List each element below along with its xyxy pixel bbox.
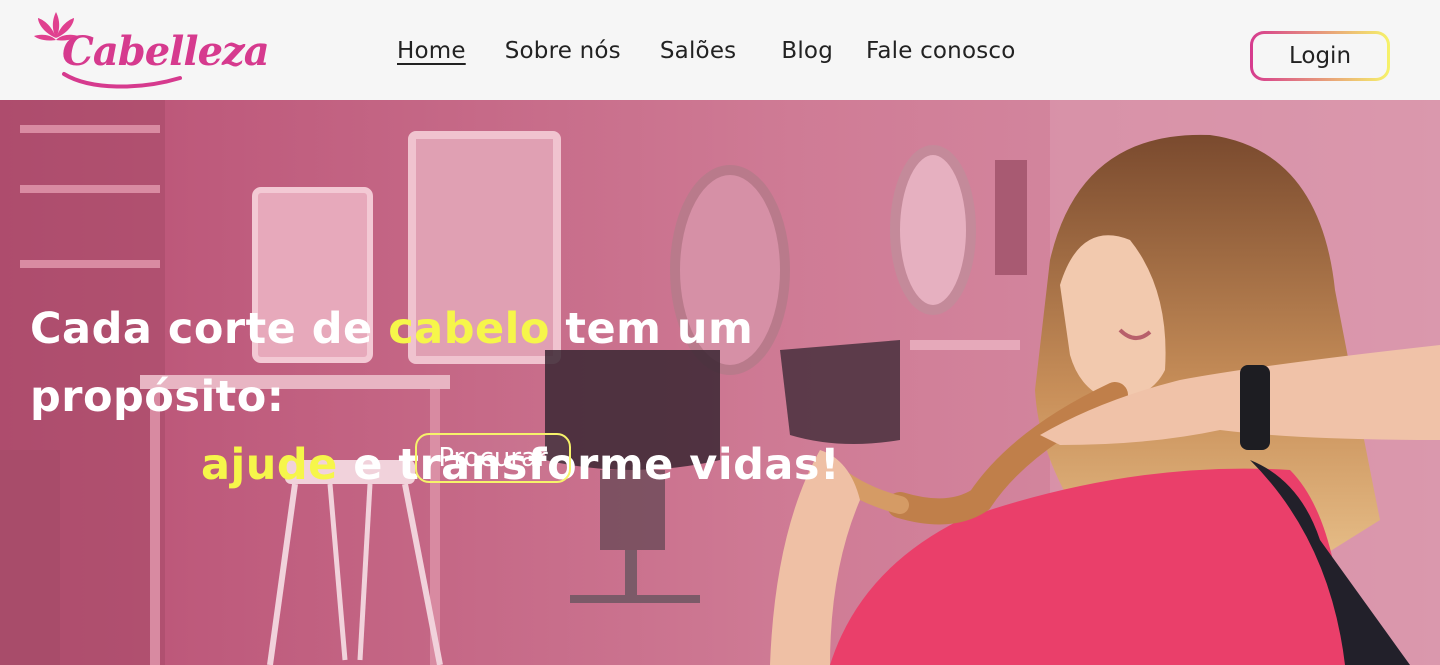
brand-logo[interactable]: Cabelleza	[32, 8, 270, 94]
nav-sobre-nos[interactable]: Sobre nós	[505, 38, 621, 64]
nav-blog[interactable]: Blog	[781, 38, 833, 64]
main-nav: Home Sobre nós Salões Blog Fale conosco	[397, 38, 1016, 64]
headline-part: e transforme vidas!	[337, 440, 841, 490]
hero-section: Cada corte de cabelo tem um propósito: a…	[0, 100, 1440, 665]
login-button[interactable]: Login	[1250, 31, 1390, 81]
nav-saloes[interactable]: Salões	[660, 38, 737, 64]
nav-fale-conosco[interactable]: Fale conosco	[866, 38, 1016, 64]
nav-home[interactable]: Home	[397, 38, 466, 64]
headline-highlight-ajude: ajude	[201, 440, 338, 490]
login-label: Login	[1253, 34, 1387, 78]
search-button[interactable]: Procurar	[415, 433, 571, 483]
site-header: Cabelleza Home Sobre nós Salões Blog Fal…	[0, 0, 1440, 100]
headline-highlight-cabelo: cabelo	[388, 304, 550, 354]
headline-part: Cada corte de	[30, 304, 389, 354]
logo-swoosh	[62, 72, 182, 89]
